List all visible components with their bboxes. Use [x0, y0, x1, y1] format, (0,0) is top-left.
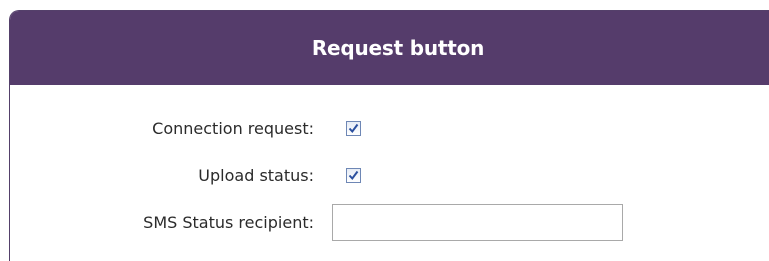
panel-title: Request button [311, 36, 485, 60]
connection-request-checkbox[interactable] [346, 121, 361, 136]
connection-request-row: Connection request: [10, 113, 314, 143]
check-icon [348, 123, 359, 134]
sms-status-recipient-label: SMS Status recipient: [143, 212, 314, 232]
sms-status-recipient-row: SMS Status recipient: [10, 207, 314, 237]
upload-status-checkbox[interactable] [346, 168, 361, 183]
request-button-panel: Request button Connection request: Uploa… [9, 10, 769, 261]
sms-status-recipient-input[interactable] [332, 204, 623, 241]
panel-header: Request button [10, 11, 769, 85]
upload-status-row: Upload status: [10, 160, 314, 190]
check-icon [348, 170, 359, 181]
upload-status-label: Upload status: [198, 165, 314, 185]
connection-request-label: Connection request: [152, 118, 314, 138]
